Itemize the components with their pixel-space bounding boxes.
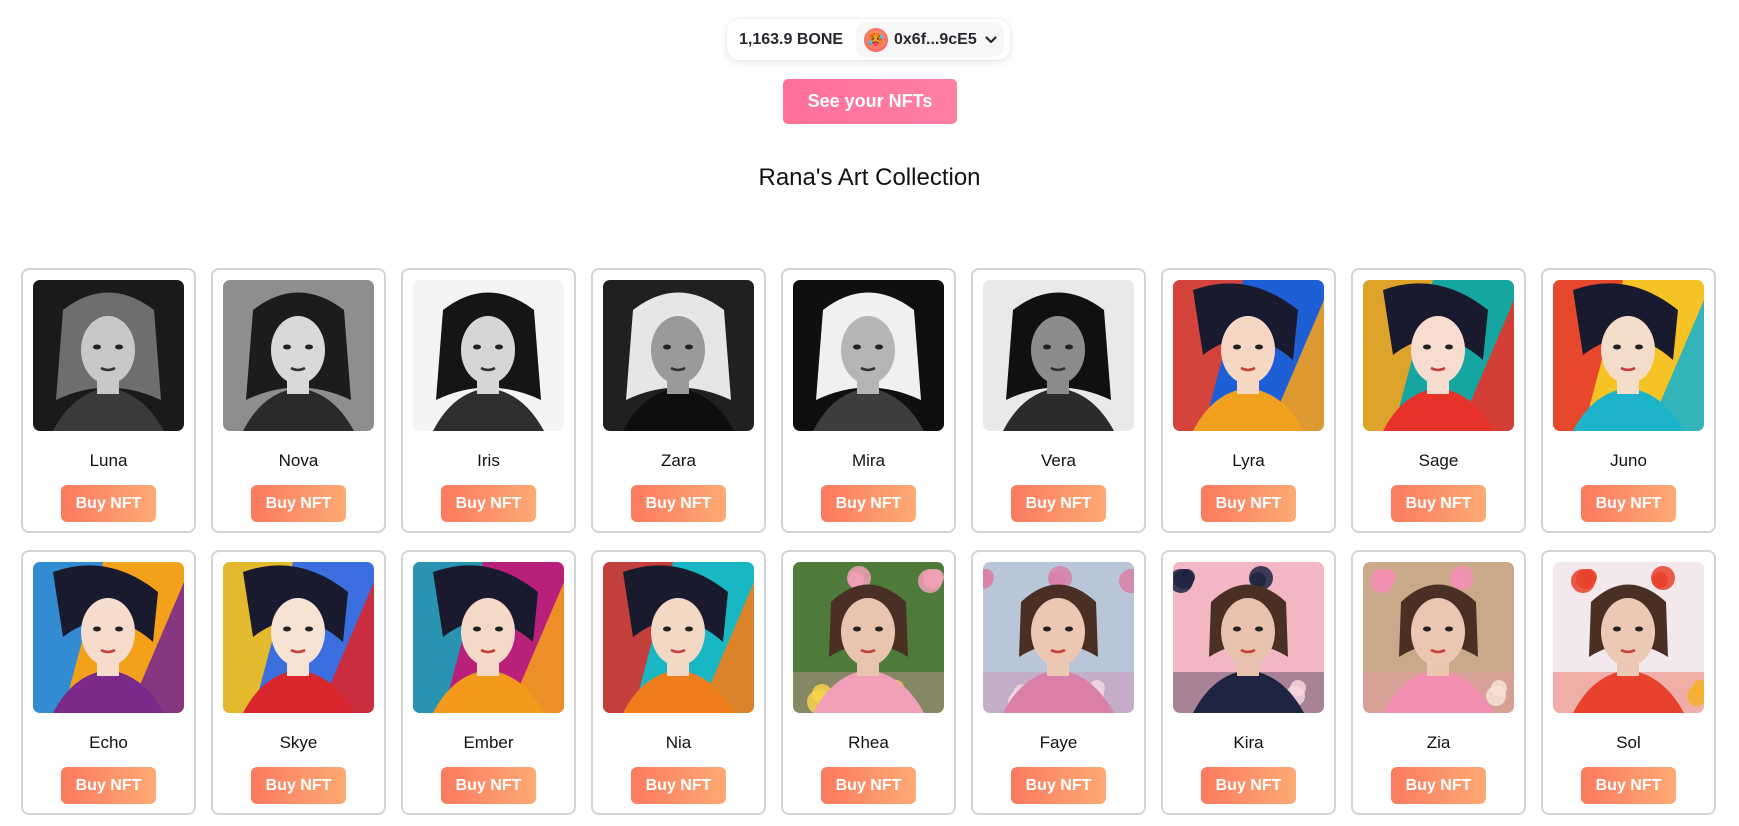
nft-card: Zia Buy NFT: [1351, 550, 1526, 815]
nft-name: Skye: [279, 733, 318, 752]
buy-nft-button[interactable]: Buy NFT: [1201, 485, 1296, 522]
buy-nft-button[interactable]: Buy NFT: [61, 485, 156, 522]
nft-artwork-image: [793, 562, 944, 713]
wallet-address: 0x6f...9cE5: [894, 30, 977, 48]
buy-nft-button[interactable]: Buy NFT: [821, 485, 916, 522]
nft-card: Skye Buy NFT: [211, 550, 386, 815]
nft-artwork-image: [983, 562, 1134, 713]
buy-nft-button[interactable]: Buy NFT: [1011, 767, 1106, 804]
nft-artwork-image: [413, 280, 564, 431]
nft-name: Kira: [1233, 733, 1264, 752]
nft-name: Iris: [477, 451, 500, 470]
nft-artwork-image: [223, 562, 374, 713]
nft-name: Zia: [1426, 733, 1451, 752]
nft-name: Echo: [89, 733, 128, 752]
buy-nft-button[interactable]: Buy NFT: [61, 767, 156, 804]
nft-name: Luna: [89, 451, 128, 470]
nft-artwork-image: [223, 280, 374, 431]
buy-nft-button[interactable]: Buy NFT: [631, 485, 726, 522]
buy-nft-button[interactable]: Buy NFT: [251, 485, 346, 522]
see-your-nfts-button[interactable]: See your NFTs: [783, 79, 957, 124]
page-title: Rana's Art Collection: [758, 164, 981, 191]
nft-name: Zara: [661, 451, 696, 470]
nft-artwork-image: [1363, 280, 1514, 431]
nft-artwork-image: [1173, 280, 1324, 431]
buy-nft-button[interactable]: Buy NFT: [1201, 767, 1296, 804]
nft-name: Rhea: [848, 733, 889, 752]
nft-name: Ember: [463, 733, 514, 752]
nft-artwork-image: [603, 280, 754, 431]
nft-name: Nova: [278, 451, 319, 470]
nft-name: Sol: [1616, 733, 1641, 752]
nft-artwork-image: [793, 280, 944, 431]
nft-name: Juno: [1610, 451, 1647, 470]
nft-artwork-image: [33, 280, 184, 431]
account-avatar: 🥵: [864, 27, 888, 52]
account-button[interactable]: 🥵 0x6f...9cE5: [856, 22, 1004, 57]
buy-nft-button[interactable]: Buy NFT: [1581, 485, 1676, 522]
nft-name: Lyra: [1232, 451, 1265, 470]
nft-name: Faye: [1039, 733, 1078, 752]
buy-nft-button[interactable]: Buy NFT: [1581, 767, 1676, 804]
nft-card: Faye Buy NFT: [971, 550, 1146, 815]
buy-nft-button[interactable]: Buy NFT: [1391, 767, 1486, 804]
buy-nft-button[interactable]: Buy NFT: [1011, 485, 1106, 522]
nft-card: Zara Buy NFT: [591, 268, 766, 533]
nft-artwork-image: [603, 562, 754, 713]
nft-name: Nia: [665, 733, 692, 752]
nft-card: Vera Buy NFT: [971, 268, 1146, 533]
nft-card: Luna Buy NFT: [21, 268, 196, 533]
nft-name: Mira: [851, 451, 886, 470]
nft-card: Kira Buy NFT: [1161, 550, 1336, 815]
nft-artwork-image: [1553, 280, 1704, 431]
nft-card: Iris Buy NFT: [401, 268, 576, 533]
buy-nft-button[interactable]: Buy NFT: [441, 485, 536, 522]
buy-nft-button[interactable]: Buy NFT: [631, 767, 726, 804]
nft-name: Sage: [1418, 451, 1459, 470]
buy-nft-button[interactable]: Buy NFT: [251, 767, 346, 804]
nft-artwork-image: [33, 562, 184, 713]
buy-nft-button[interactable]: Buy NFT: [441, 767, 536, 804]
nft-name: Vera: [1041, 451, 1076, 470]
chevron-down-icon: [985, 35, 997, 44]
token-balance: 1,163.9 BONE: [739, 30, 844, 48]
nft-artwork-image: [1553, 562, 1704, 713]
nft-grid: Luna Buy NFT Nova Buy NFT Iris Buy NFT Zara Buy…: [21, 268, 1716, 815]
nft-artwork-image: [1363, 562, 1514, 713]
wallet-bar: 1,163.9 BONE 🥵 0x6f...9cE5: [727, 19, 1010, 60]
nft-card: Ember Buy NFT: [401, 550, 576, 815]
nft-card: Echo Buy NFT: [21, 550, 196, 815]
nft-artwork-image: [413, 562, 564, 713]
nft-artwork-image: [983, 280, 1134, 431]
nft-card: Sage Buy NFT: [1351, 268, 1526, 533]
nft-card: Nova Buy NFT: [211, 268, 386, 533]
nft-card: Mira Buy NFT: [781, 268, 956, 533]
nft-card: Rhea Buy NFT: [781, 550, 956, 815]
nft-card: Lyra Buy NFT: [1161, 268, 1336, 533]
nft-card: Sol Buy NFT: [1541, 550, 1716, 815]
nft-card: Juno Buy NFT: [1541, 268, 1716, 533]
buy-nft-button[interactable]: Buy NFT: [821, 767, 916, 804]
nft-card: Nia Buy NFT: [591, 550, 766, 815]
nft-artwork-image: [1173, 562, 1324, 713]
buy-nft-button[interactable]: Buy NFT: [1391, 485, 1486, 522]
